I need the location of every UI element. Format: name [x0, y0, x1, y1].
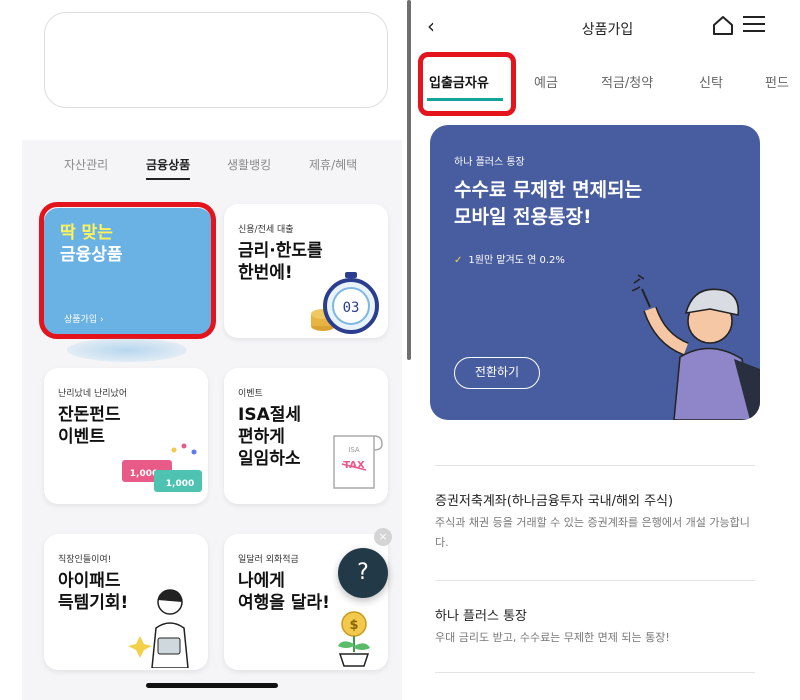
promo-banner[interactable]: 하나 플러스 통장 수수료 무제한 면제되는 모바일 전용통장! ✓ 1원만 맡겨… — [430, 125, 760, 420]
product-title-plus-account[interactable]: 하나 플러스 통장 — [435, 605, 527, 624]
card-ipad-title-line1: 아이패드 — [58, 571, 121, 591]
card-travel-title: 나에게 여행을 달라! — [238, 570, 330, 614]
promo-product-name: 하나 플러스 통장 — [454, 157, 525, 168]
tab-partnership-benefits[interactable]: 제휴/혜택 — [309, 156, 357, 173]
tab-savings-subscription[interactable]: 적금/청약 — [601, 72, 653, 91]
close-icon[interactable]: × — [374, 528, 392, 546]
card-travel-kicker: 일달러 외화적금 — [238, 555, 299, 565]
ticket-value-1: 1,000 — [130, 469, 158, 479]
tax-document-illustration: ISA TAX — [333, 435, 383, 489]
home-icon[interactable] — [711, 14, 735, 36]
promo-benefit-text: 1원만 맡겨도 연 0.2% — [468, 255, 565, 266]
left-screen: 자산관리 금융상품 생활뱅킹 제휴/혜택 딱 맞는 금융상품 상품가입 › 신용… — [22, 0, 402, 700]
divider — [435, 580, 755, 581]
character-illustration — [631, 274, 760, 420]
card-travel-title-line2: 여행을 달라! — [238, 593, 330, 613]
dollar-sign-text: $ — [349, 618, 358, 633]
card-loan[interactable]: 신용/전세 대출 금리·한도를 한번에! 03 — [224, 204, 388, 338]
left-tab-bar: 자산관리 금융상품 생활뱅킹 제휴/혜택 — [22, 150, 402, 184]
product-title-securities[interactable]: 증권저축계좌(하나금융투자 국내/해외 주식) — [435, 490, 673, 509]
card-fund-title-line2: 이벤트 — [58, 427, 105, 447]
featured-highlight-outline — [39, 202, 216, 339]
card-ipad-kicker: 직장인들이여! — [58, 555, 112, 565]
top-banner-card[interactable] — [44, 12, 388, 108]
card-ipad-title-line2: 득템기회! — [58, 593, 129, 613]
ticket-illustration: 1,000 1,000 — [122, 443, 202, 492]
tab-deposit[interactable]: 예금 — [534, 72, 558, 91]
check-icon: ✓ — [454, 255, 463, 266]
featured-glow — [67, 338, 187, 362]
card-isa-title-line2: 편하게 — [238, 427, 285, 447]
convert-button[interactable]: 전환하기 — [454, 357, 540, 389]
person-illustration — [128, 589, 189, 668]
tab-trust[interactable]: 신탁 — [699, 72, 723, 91]
product-desc-plus-account: 우대 금리도 받고, 수수료는 무제한 면제 되는 통장! — [435, 631, 670, 644]
card-ipad-title: 아이패드 득템기회! — [58, 570, 128, 614]
divider — [435, 672, 755, 673]
tab-life-banking[interactable]: 생활뱅킹 — [227, 156, 271, 173]
card-isa-title-line3: 일임하소 — [238, 449, 301, 469]
product-desc-securities: 주식과 채권 등을 거래할 수 있는 증권계좌를 은행에서 개설 가능합니다. — [435, 516, 750, 549]
card-fund-title: 잔돈펀드 이벤트 — [58, 404, 121, 448]
scrollbar[interactable] — [407, 0, 411, 360]
right-screen: ‹ 상품가입 입출금자유 예금 적금/청약 신탁 펀드 하나 플러스 통장 수수… — [415, 0, 800, 700]
card-travel-title-line1: 나에게 — [238, 571, 285, 591]
card-ipad-event[interactable]: 직장인들이여! 아이패드 득템기회! — [44, 534, 208, 670]
promo-headline: 수수료 무제한 면제되는 모바일 전용통장! — [454, 177, 642, 231]
home-indicator — [146, 683, 278, 688]
card-loan-title-line2: 한번에! — [238, 263, 293, 283]
card-fund-kicker: 난리났네 난리났어 — [58, 389, 128, 399]
money-plant-illustration: $ — [338, 611, 370, 667]
tab-highlight-outline — [418, 52, 516, 116]
left-top-area — [22, 0, 402, 140]
tab-asset-management[interactable]: 자산관리 — [64, 156, 108, 173]
stopwatch-digits: 03 — [343, 300, 360, 316]
promo-headline-line1: 수수료 무제한 면제되는 — [454, 179, 643, 201]
divider — [435, 465, 755, 466]
card-change-fund[interactable]: 난리났네 난리났어 잔돈펀드 이벤트 1,000 1,000 — [44, 368, 208, 504]
stopwatch-illustration: 03 — [311, 272, 379, 334]
isa-doc-text: ISA — [348, 446, 360, 454]
card-loan-kicker: 신용/전세 대출 — [238, 225, 294, 235]
card-isa-title-line1: ISA절세 — [238, 405, 302, 425]
tab-fund[interactable]: 펀드 — [765, 72, 789, 91]
ticket-value-2: 1,000 — [166, 479, 194, 489]
help-button[interactable]: ? — [338, 548, 388, 598]
card-isa-kicker: 이벤트 — [238, 389, 263, 399]
promo-benefit: ✓ 1원만 맡겨도 연 0.2% — [454, 251, 565, 266]
card-isa[interactable]: 이벤트 ISA절세 편하게 일임하소 ISA TAX — [224, 368, 388, 504]
menu-icon[interactable] — [743, 16, 765, 34]
card-loan-title-line1: 금리·한도를 — [238, 241, 323, 261]
card-isa-title: ISA절세 편하게 일임하소 — [238, 404, 301, 470]
card-fund-title-line1: 잔돈펀드 — [58, 405, 121, 425]
tab-financial-products[interactable]: 금융상품 — [146, 156, 191, 180]
promo-headline-line2: 모바일 전용통장! — [454, 206, 592, 228]
